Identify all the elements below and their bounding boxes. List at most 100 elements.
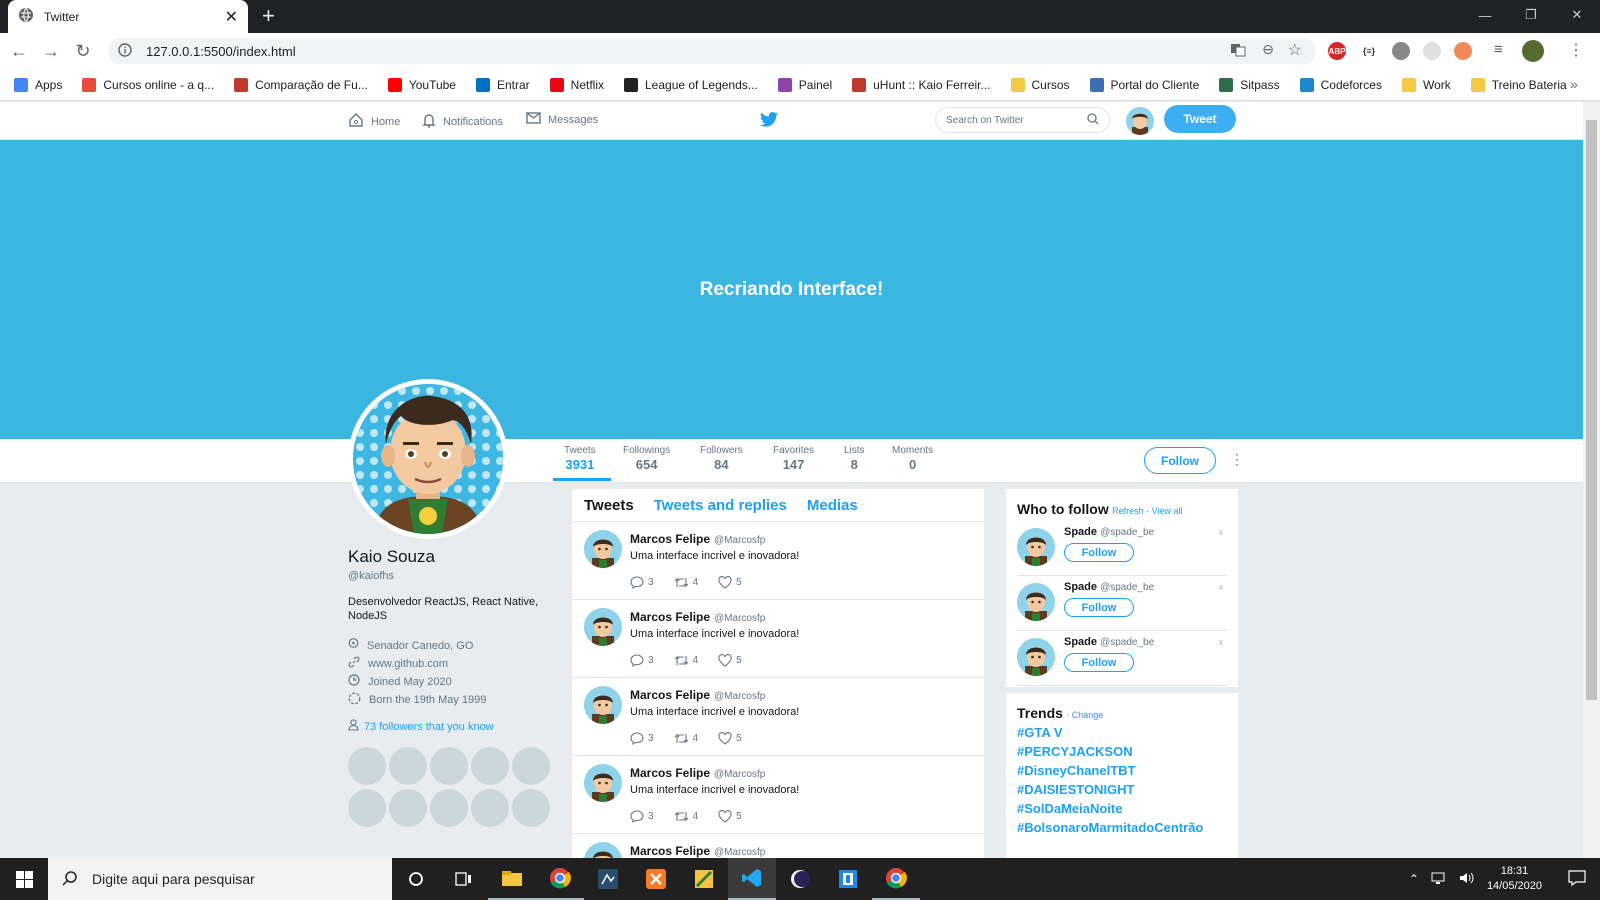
trend-item[interactable]: #BolsonaroMarmitadoCentrão <box>1017 820 1227 835</box>
suggestion-name[interactable]: Spade <box>1064 526 1097 538</box>
trend-item[interactable]: #DisneyChanelTBT <box>1017 763 1227 778</box>
bookmark-item[interactable]: Entrar <box>475 77 530 92</box>
profile-follow-button[interactable]: Follow <box>1144 447 1216 474</box>
more-bookmarks-icon[interactable]: » <box>1570 76 1578 92</box>
close-tab-icon[interactable]: ✕ <box>225 7 238 27</box>
follower-avatar[interactable] <box>512 789 550 827</box>
chrome-icon[interactable] <box>536 858 584 900</box>
stat-lists[interactable]: Lists 8 <box>844 445 865 472</box>
info-icon[interactable] <box>118 42 132 60</box>
twitter-bird-icon[interactable] <box>760 112 778 130</box>
media-control-icon[interactable]: ≡ <box>1494 41 1503 58</box>
new-tab-icon[interactable]: + <box>262 4 275 28</box>
windows-start-button[interactable] <box>0 858 48 900</box>
trend-item[interactable]: #DAISIESTONIGHT <box>1017 782 1227 797</box>
drive-icon[interactable] <box>1392 42 1410 60</box>
tweet-author[interactable]: Marcos Felipe <box>630 844 710 858</box>
close-window-icon[interactable]: ✕ <box>1554 0 1600 30</box>
tweet[interactable]: Marcos Felipe @Marcosfp Uma interface inc… <box>572 522 984 600</box>
trend-item[interactable]: #GTA V <box>1017 725 1227 740</box>
follower-avatar[interactable] <box>471 789 509 827</box>
dismiss-icon[interactable]: x <box>1219 582 1224 592</box>
translate-icon[interactable] <box>1230 42 1246 61</box>
tweet-button[interactable]: Tweet <box>1164 105 1236 133</box>
forward-icon[interactable]: → <box>38 41 64 62</box>
vscode-icon[interactable] <box>728 858 776 900</box>
bookmark-item[interactable]: Cursos <box>1010 77 1070 92</box>
bookmark-item[interactable]: Painel <box>777 77 832 92</box>
tweet-author[interactable]: Marcos Felipe <box>630 766 710 780</box>
bookmark-item[interactable]: Sitpass <box>1219 77 1280 92</box>
follower-avatar[interactable] <box>430 789 468 827</box>
bookmark-item[interactable]: Work <box>1401 77 1451 92</box>
menu-icon[interactable]: ⋮ <box>1568 40 1584 60</box>
chrome-icon[interactable] <box>872 858 920 900</box>
bookmark-item[interactable]: Comparação de Fu... <box>234 77 368 92</box>
trend-item[interactable]: #PERCYJACKSON <box>1017 744 1227 759</box>
reload-icon[interactable]: ↻ <box>70 41 96 62</box>
bookmark-item[interactable]: Netflix <box>549 77 604 92</box>
zoom-icon[interactable]: ⊖ <box>1262 41 1274 58</box>
stat-favorites[interactable]: Favorites 147 <box>773 445 814 472</box>
search-icon[interactable] <box>1087 112 1099 128</box>
extension-icon[interactable] <box>1423 42 1441 60</box>
bookmark-item[interactable]: Treino Bateria <box>1470 77 1567 92</box>
bookmark-item[interactable]: Codeforces <box>1299 77 1382 92</box>
more-options-icon[interactable]: ⋮ <box>1230 451 1244 468</box>
nav-messages[interactable]: Messages <box>526 112 598 127</box>
mysql-workbench-icon[interactable] <box>584 858 632 900</box>
browser-tab[interactable]: Twitter ✕ <box>8 0 248 33</box>
reply-button[interactable]: 3 <box>630 576 654 589</box>
bookmark-item[interactable]: Cursos online - a q... <box>82 77 214 92</box>
retweet-button[interactable]: 4 <box>674 576 698 589</box>
task-view-icon[interactable] <box>440 858 488 900</box>
clock[interactable]: 18:31 14/05/2020 <box>1487 864 1542 894</box>
tweet-avatar[interactable] <box>584 530 622 568</box>
tab-tweets-and-replies[interactable]: Tweets and replies <box>654 497 787 514</box>
bookmark-item[interactable]: Apps <box>14 77 62 92</box>
nav-home[interactable]: Home <box>348 112 400 131</box>
suggestion-follow-button[interactable]: Follow <box>1064 543 1134 562</box>
profile-avatar[interactable] <box>1522 40 1544 62</box>
follower-avatar[interactable] <box>389 747 427 785</box>
app-icon[interactable] <box>680 858 728 900</box>
reply-button[interactable]: 3 <box>630 654 654 667</box>
suggestion-name[interactable]: Spade <box>1064 636 1097 648</box>
retweet-button[interactable]: 4 <box>674 654 698 667</box>
followers-you-know-link[interactable]: 73 followers that you know <box>348 719 494 734</box>
like-button[interactable]: 5 <box>718 576 742 589</box>
tweet[interactable]: Marcos Felipe @Marcosfp Uma interface inc… <box>572 756 984 834</box>
tweet-avatar[interactable] <box>584 842 622 858</box>
tweet-author[interactable]: Marcos Felipe <box>630 688 710 702</box>
change-trends-link[interactable]: · Change <box>1066 710 1103 720</box>
bookmark-item[interactable]: Portal do Cliente <box>1089 77 1199 92</box>
tweet-author[interactable]: Marcos Felipe <box>630 532 710 546</box>
follower-avatar[interactable] <box>348 789 386 827</box>
follower-avatar[interactable] <box>471 747 509 785</box>
like-button[interactable]: 5 <box>718 732 742 745</box>
notepad-icon[interactable] <box>824 858 872 900</box>
tweet-avatar[interactable] <box>584 686 622 724</box>
stat-moments[interactable]: Moments 0 <box>892 445 933 472</box>
bookmark-item[interactable]: uHunt :: Kaio Ferreir... <box>852 77 991 92</box>
profile-avatar[interactable] <box>348 379 508 539</box>
address-bar[interactable]: 127.0.0.1:5500/index.html ⊖ ☆ <box>108 38 1316 64</box>
tweet-avatar[interactable] <box>584 608 622 646</box>
chevron-up-icon[interactable]: ⌃ <box>1409 872 1419 886</box>
view-all-link[interactable]: View all <box>1152 506 1183 516</box>
reply-button[interactable]: 3 <box>630 810 654 823</box>
volume-icon[interactable] <box>1459 871 1475 888</box>
tweet[interactable]: Marcos Felipe @Marcosfp Uma interface inc… <box>572 600 984 678</box>
tweet-author[interactable]: Marcos Felipe <box>630 610 710 624</box>
retweet-button[interactable]: 4 <box>674 732 698 745</box>
json-viewer-icon[interactable]: {≡} <box>1360 42 1378 60</box>
cortana-icon[interactable] <box>392 858 440 900</box>
notification-center-icon[interactable] <box>1568 869 1586 889</box>
nav-notifications[interactable]: Notifications <box>422 112 503 131</box>
network-icon[interactable] <box>1431 871 1447 888</box>
file-explorer-icon[interactable] <box>488 858 536 900</box>
back-icon[interactable]: ← <box>6 41 32 62</box>
xampp-icon[interactable] <box>632 858 680 900</box>
stat-tweets[interactable]: Tweets 3931 <box>564 445 596 472</box>
suggestion-name[interactable]: Spade <box>1064 581 1097 593</box>
